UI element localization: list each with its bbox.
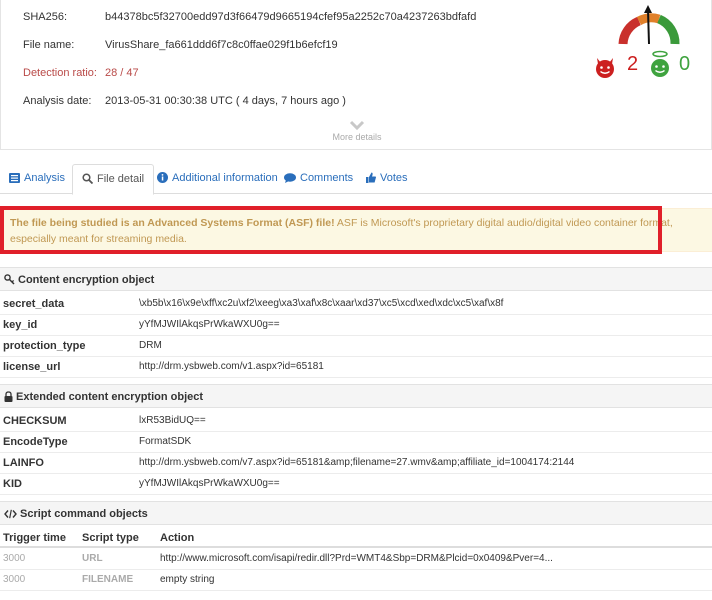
row-value: http://drm.ysbweb.com/v1.aspx?id=65181 <box>139 361 324 372</box>
file-name-value: VirusShare_fa661ddd6f7c8c0ffae029f1b6efc… <box>105 39 338 51</box>
analysis-date-value: 2013-05-31 00:30:38 UTC ( 4 days, 7 hour… <box>105 95 346 107</box>
tab-analysis[interactable]: Analysis <box>0 164 74 194</box>
row-value: lxR53BidUQ== <box>139 415 206 426</box>
row-value: DRM <box>139 340 162 351</box>
row-key: license_url <box>3 361 61 373</box>
row-value: yYfMJWIlAkqsPrWkaWXU0g== <box>139 319 280 330</box>
highlight-outline <box>0 206 662 254</box>
more-details-toggle[interactable]: More details <box>1 120 712 142</box>
table-row: secret_data \xb5b\x16\x9e\xff\xc2u\xf2\x… <box>0 294 712 315</box>
row-value: FormatSDK <box>139 436 192 447</box>
table-row: CHECKSUM lxR53BidUQ== <box>0 411 712 432</box>
lock-icon <box>4 391 13 402</box>
tab-additional-information[interactable]: Additional information <box>148 164 287 194</box>
column-header-trigger-time: Trigger time <box>3 532 66 544</box>
content-encryption-header: Content encryption object <box>0 267 712 291</box>
angel-icon[interactable] <box>648 50 672 79</box>
analysis-date-label: Analysis date: <box>23 95 92 107</box>
row-value: http://drm.ysbweb.com/v7.aspx?id=65181&a… <box>139 457 575 468</box>
table-row: KID yYfMJWIlAkqsPrWkaWXU0g== <box>0 474 712 495</box>
tab-file-detail-label: File detail <box>97 173 145 185</box>
devil-icon[interactable] <box>593 55 617 79</box>
chevron-down-icon <box>349 120 365 130</box>
column-header-script-type: Script type <box>82 532 139 544</box>
tab-comments[interactable]: Comments <box>275 164 362 194</box>
extended-encryption-title: Extended content encryption object <box>16 391 204 403</box>
script-type-cell: URL <box>82 553 103 564</box>
script-type-cell: FILENAME <box>82 574 134 585</box>
row-key: KID <box>3 478 22 490</box>
table-row: protection_type DRM <box>0 336 712 357</box>
code-icon <box>4 509 17 519</box>
row-key: CHECKSUM <box>3 415 67 427</box>
table-row: 3000 URL http://www.microsoft.com/isapi/… <box>0 549 712 570</box>
content-encryption-title: Content encryption object <box>18 274 155 286</box>
file-summary-panel: SHA256: b44378bc5f32700edd97d3f66479d966… <box>0 0 712 150</box>
harmless-votes-count: 0 <box>679 53 691 75</box>
row-key: secret_data <box>3 298 65 310</box>
action-cell: empty string <box>160 574 215 585</box>
row-key: LAINFO <box>3 457 44 469</box>
sha256-label: SHA256: <box>23 11 68 23</box>
table-row: 3000 FILENAME empty string <box>0 570 712 591</box>
tab-votes[interactable]: Votes <box>357 164 417 194</box>
report-tabs: Analysis File detail Additional informat… <box>0 164 712 195</box>
key-icon <box>4 274 15 285</box>
script-commands-table-header: Trigger time Script type Action <box>0 528 712 548</box>
tab-file-detail[interactable]: File detail <box>72 164 155 195</box>
file-name-label: File name: <box>23 39 75 51</box>
column-header-action: Action <box>160 532 195 544</box>
row-key: protection_type <box>3 340 86 352</box>
tab-analysis-label: Analysis <box>24 172 65 184</box>
row-key: key_id <box>3 319 38 331</box>
malicious-votes-count: 2 <box>627 53 639 75</box>
table-row: key_id yYfMJWIlAkqsPrWkaWXU0g== <box>0 315 712 336</box>
info-icon <box>157 172 168 183</box>
row-value: yYfMJWIlAkqsPrWkaWXU0g== <box>139 478 280 489</box>
more-details-label: More details <box>332 132 382 142</box>
action-cell: http://www.microsoft.com/isapi/redir.dll… <box>160 553 553 564</box>
row-key: EncodeType <box>3 436 68 448</box>
thumbs-up-icon <box>366 172 376 183</box>
table-row: EncodeType FormatSDK <box>0 432 712 453</box>
detection-ratio-label: Detection ratio: <box>23 67 97 79</box>
trigger-time-cell: 3000 <box>3 553 26 564</box>
trigger-time-cell: 3000 <box>3 574 26 585</box>
table-row: license_url http://drm.ysbweb.com/v1.asp… <box>0 357 712 378</box>
search-icon <box>82 173 94 185</box>
tab-comments-label: Comments <box>300 172 354 184</box>
sha256-value: b44378bc5f32700edd97d3f66479d9665194cfef… <box>105 11 477 23</box>
script-commands-title: Script command objects <box>20 508 148 520</box>
tab-votes-label: Votes <box>380 172 408 184</box>
list-icon <box>9 173 20 183</box>
row-value: \xb5b\x16\x9e\xff\xc2u\xf2\xeeg\xa3\xaf\… <box>139 298 504 309</box>
table-row: LAINFO http://drm.ysbweb.com/v7.aspx?id=… <box>0 453 712 474</box>
tab-additional-information-label: Additional information <box>172 172 278 184</box>
detection-ratio-value: 28 / 47 <box>105 67 139 79</box>
script-commands-header: Script command objects <box>0 501 712 525</box>
comment-icon <box>284 173 296 183</box>
extended-encryption-header: Extended content encryption object <box>0 384 712 408</box>
